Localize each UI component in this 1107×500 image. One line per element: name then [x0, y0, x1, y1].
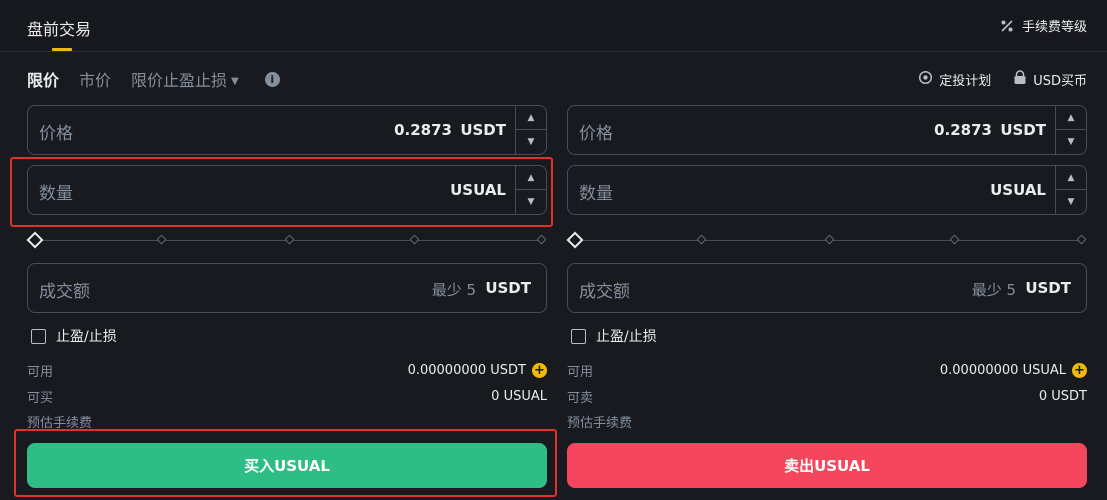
fee-tier-link[interactable]: 手续费等级 [1000, 16, 1087, 35]
buy-amount-unit: USDT [485, 279, 531, 297]
buy-quantity-stepper: ▲ ▼ [515, 166, 546, 214]
top-right-links: 定投计划 USD买币 [918, 70, 1087, 89]
sell-amount-slider[interactable] [566, 231, 1087, 249]
slider-tick-50[interactable] [284, 234, 295, 245]
sell-price-label: 价格 [579, 124, 613, 144]
buy-button[interactable]: 买入USUAL [27, 443, 547, 488]
fee-tier-label: 手续费等级 [1021, 20, 1087, 35]
top-bar: 盘前交易 手续费等级 [0, 0, 1107, 52]
sell-button[interactable]: 卖出USUAL [567, 443, 1087, 488]
active-tab-underline [52, 48, 72, 51]
buy-amount-label: 成交额 [39, 282, 90, 302]
slider-tick-100[interactable] [1076, 234, 1087, 245]
sell-fee-row: 预估手续费 [567, 412, 1087, 431]
decrement-icon[interactable]: ▼ [1056, 190, 1086, 214]
slider-tick-25[interactable] [156, 234, 167, 245]
sell-price-value[interactable]: 0.2873 [934, 121, 992, 139]
slider-tick-75[interactable] [409, 234, 420, 245]
buy-quantity-label: 数量 [39, 184, 73, 204]
tab-stop-limit[interactable]: 限价止盈止损 ▼ [131, 67, 239, 91]
buy-max-label: 可买 [27, 391, 54, 406]
buy-price-field[interactable]: 价格 0.2873 USDT ▲ ▼ [27, 105, 547, 155]
buy-tpsl-label: 止盈/止损 [56, 329, 117, 345]
buy-price-stepper: ▲ ▼ [515, 106, 546, 154]
sell-available-label: 可用 [567, 365, 594, 380]
decrement-icon[interactable]: ▼ [516, 190, 546, 214]
checkbox-icon[interactable] [571, 328, 586, 344]
plus-icon[interactable]: + [1072, 363, 1087, 378]
increment-icon[interactable]: ▲ [1056, 106, 1086, 130]
sell-max-value: 0 USDT [1038, 389, 1087, 404]
tab-market[interactable]: 市价 [79, 67, 111, 91]
usd-buy-label: USD买币 [1033, 74, 1087, 89]
slider-tick-50[interactable] [824, 234, 835, 245]
buy-fee-label: 预估手续费 [27, 416, 93, 431]
sell-amount-min: 最少 5 [971, 281, 1016, 299]
buy-available-value: 0.00000000 USDT [407, 363, 526, 378]
sell-amount-unit: USDT [1025, 279, 1071, 297]
sell-amount-label: 成交额 [579, 282, 630, 302]
buy-max-value: 0 USUAL [491, 389, 547, 404]
buy-price-unit: USDT [460, 121, 506, 139]
buy-amount-min: 最少 5 [431, 281, 476, 299]
recurring-plan-icon [918, 70, 933, 89]
recurring-plan-label: 定投计划 [939, 74, 992, 89]
sell-available-row: 可用 0.00000000 USUAL + [567, 361, 1087, 380]
sell-quantity-unit: USUAL [990, 181, 1046, 199]
sell-amount-field[interactable]: 成交额 最少 5 USDT [567, 263, 1087, 313]
buy-available-row: 可用 0.00000000 USDT + [27, 361, 547, 380]
buy-price-value[interactable]: 0.2873 [394, 121, 452, 139]
sell-price-stepper: ▲ ▼ [1055, 106, 1086, 154]
caret-down-icon: ▼ [231, 76, 239, 87]
buy-quantity-field[interactable]: 数量 USUAL ▲ ▼ [27, 165, 547, 215]
slider-tick-75[interactable] [949, 234, 960, 245]
increment-icon[interactable]: ▲ [1056, 166, 1086, 190]
sell-tpsl-label: 止盈/止损 [596, 329, 657, 345]
plus-icon[interactable]: + [532, 363, 547, 378]
sell-price-unit: USDT [1000, 121, 1046, 139]
sell-tpsl-toggle[interactable]: 止盈/止损 [571, 326, 657, 346]
slider-tick-100[interactable] [536, 234, 547, 245]
page-title[interactable]: 盘前交易 [27, 16, 91, 40]
increment-icon[interactable]: ▲ [516, 166, 546, 190]
tab-stop-limit-label: 限价止盈止损 [131, 71, 228, 90]
buy-max-row: 可买 0 USUAL [27, 387, 547, 406]
sell-price-field[interactable]: 价格 0.2873 USDT ▲ ▼ [567, 105, 1087, 155]
buy-quantity-unit: USUAL [450, 181, 506, 199]
sell-fee-label: 预估手续费 [567, 416, 633, 431]
lock-icon [1013, 70, 1027, 89]
sell-max-row: 可卖 0 USDT [567, 387, 1087, 406]
tab-limit[interactable]: 限价 [27, 67, 59, 91]
percent-icon [1000, 19, 1014, 33]
sell-available-value: 0.00000000 USUAL [939, 363, 1066, 378]
buy-fee-row: 预估手续费 [27, 412, 547, 431]
checkbox-icon[interactable] [31, 328, 46, 344]
info-icon[interactable]: i [264, 71, 280, 87]
slider-tick-25[interactable] [696, 234, 707, 245]
recurring-plan-link[interactable]: 定投计划 [918, 70, 991, 89]
slider-handle[interactable] [566, 231, 584, 249]
decrement-icon[interactable]: ▼ [1056, 130, 1086, 154]
decrement-icon[interactable]: ▼ [516, 130, 546, 154]
usd-buy-link[interactable]: USD买币 [1013, 70, 1087, 89]
buy-tpsl-toggle[interactable]: 止盈/止损 [31, 326, 117, 346]
sell-max-label: 可卖 [567, 391, 594, 406]
buy-amount-slider[interactable] [26, 231, 547, 249]
sell-quantity-label: 数量 [579, 184, 613, 204]
slider-handle[interactable] [26, 231, 44, 249]
order-type-tabs: 限价 市价 限价止盈止损 ▼ i [27, 68, 280, 90]
buy-available-label: 可用 [27, 365, 54, 380]
sell-quantity-field[interactable]: 数量 USUAL ▲ ▼ [567, 165, 1087, 215]
buy-amount-field[interactable]: 成交额 最少 5 USDT [27, 263, 547, 313]
sell-quantity-stepper: ▲ ▼ [1055, 166, 1086, 214]
increment-icon[interactable]: ▲ [516, 106, 546, 130]
buy-price-label: 价格 [39, 124, 73, 144]
